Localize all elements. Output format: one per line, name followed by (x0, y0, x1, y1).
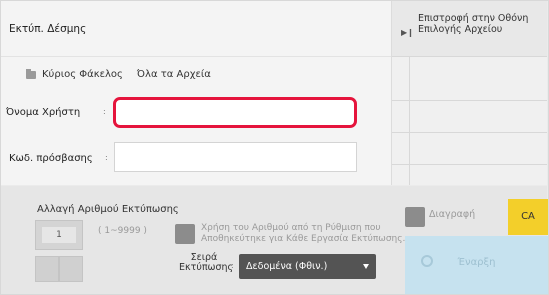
main-folder-link[interactable]: Κύριος Φάκελος (42, 69, 123, 80)
username-label: Όνομα Χρήστη (6, 107, 81, 118)
delete-checkbox[interactable] (405, 207, 425, 227)
start-button-label: Έναρξη (457, 257, 496, 268)
print-settings-bar: Αλλαγή Αριθμού Εκτύπωσης 1 ( 1~9999 ) Χρ… (1, 186, 548, 294)
main-panel: Εκτύπ. Δέσμης Κύριος Φάκελος Όλα τα Αρχε… (1, 1, 392, 185)
username-colon: : (103, 107, 106, 116)
print-order-colon: : (231, 261, 234, 270)
print-order-label: Σειρά Εκτύπωσης (179, 252, 234, 273)
start-button[interactable]: Έναρξη (405, 236, 548, 294)
play-right-icon: ▶❙ (401, 28, 414, 37)
chevron-down-icon (363, 264, 369, 269)
print-count-range: ( 1~9999 ) (98, 226, 147, 236)
print-order-select[interactable]: Δεδομένα (Φθιν.) (239, 254, 376, 279)
all-files-link[interactable]: Όλα τα Αρχεία (137, 69, 211, 80)
password-label: Κωδ. πρόσβασης (9, 153, 93, 164)
divider (1, 56, 391, 57)
print-count-input[interactable]: 1 (35, 220, 83, 250)
return-button-label: Επιστροφή στην Οθόνη Επιλογής Αρχείου (418, 13, 529, 35)
delete-label: Διαγραφή (429, 209, 476, 220)
side-panel: ▶❙ Επιστροφή στην Οθόνη Επιλογής Αρχείου (392, 1, 547, 185)
password-input[interactable] (114, 142, 357, 172)
use-saved-count-label: Χρήση του Αριθμού από τη Ρύθμιση που Απο… (201, 223, 406, 244)
side-row-divider (392, 132, 547, 133)
print-count-title: Αλλαγή Αριθμού Εκτύπωσης (37, 204, 179, 215)
side-row-divider (392, 164, 547, 165)
folder-icon (26, 68, 36, 79)
use-saved-count-checkbox[interactable] (175, 224, 195, 244)
username-input[interactable] (113, 97, 357, 128)
side-row-divider (392, 100, 547, 101)
password-colon: : (105, 153, 108, 162)
print-count-value: 1 (42, 227, 76, 243)
folder-row: Κύριος Φάκελος Όλα τα Αρχεία (26, 68, 211, 80)
decrement-button[interactable] (35, 256, 59, 282)
page-title: Εκτύπ. Δέσμης (9, 23, 87, 35)
increment-button[interactable] (59, 256, 83, 282)
return-to-file-selection-button[interactable]: ▶❙ Επιστροφή στην Οθόνη Επιλογής Αρχείου (392, 1, 547, 57)
print-order-value: Δεδομένα (Φθιν.) (246, 261, 328, 272)
ca-button[interactable]: CA (508, 199, 548, 235)
side-divider (409, 56, 410, 185)
